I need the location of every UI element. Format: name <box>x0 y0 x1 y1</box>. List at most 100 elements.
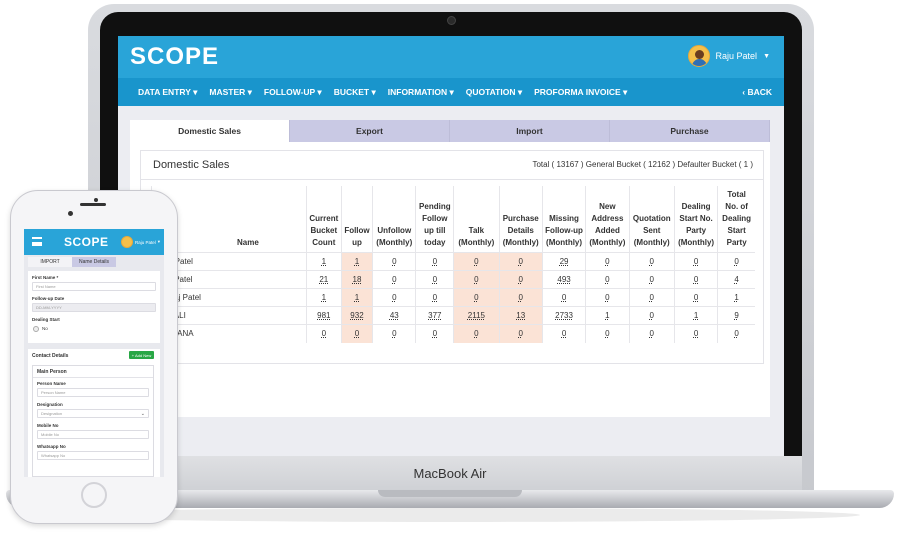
cell-quotation[interactable]: 0 <box>628 306 675 325</box>
cell-new-address[interactable]: 0 <box>585 252 630 271</box>
cell-missing[interactable]: 0 <box>541 288 586 307</box>
column-header[interactable]: Follow up <box>340 186 373 253</box>
cell-value[interactable]: 18 <box>353 275 362 284</box>
cell-value[interactable]: 0 <box>605 257 609 266</box>
cell-pending[interactable]: 0 <box>415 288 454 307</box>
cell-value[interactable]: 0 <box>694 275 698 284</box>
cell-current-bucket[interactable]: 1 <box>305 252 342 271</box>
cell-total-dealing[interactable]: 1 <box>717 288 755 307</box>
menu-data-entry[interactable]: DATA ENTRY ▾ <box>138 87 197 98</box>
cell-unfollow[interactable]: 43 <box>372 306 416 325</box>
cell-value[interactable]: 0 <box>605 329 609 338</box>
cell-dealing-start[interactable]: 0 <box>673 270 718 289</box>
cell-new-address[interactable]: 0 <box>585 288 630 307</box>
cell-value[interactable]: 0 <box>562 329 566 338</box>
cell-value[interactable]: 29 <box>560 257 569 266</box>
column-header[interactable]: Talk (Monthly) <box>453 186 500 253</box>
cell-missing[interactable]: 493 <box>541 270 586 289</box>
cell-value[interactable]: 0 <box>605 293 609 302</box>
cell-pending[interactable]: 0 <box>415 270 454 289</box>
cell-value[interactable]: 0 <box>734 257 738 266</box>
column-header[interactable]: Missing Follow-up (Monthly) <box>541 186 586 253</box>
cell-value[interactable]: 0 <box>650 293 654 302</box>
cell-total-dealing[interactable]: 0 <box>717 324 755 343</box>
tab-purchase[interactable]: Purchase <box>610 120 770 142</box>
cell-value[interactable]: 493 <box>557 275 570 284</box>
cell-value[interactable]: 0 <box>650 311 654 320</box>
tab-export[interactable]: Export <box>290 120 450 142</box>
cell-total-dealing[interactable]: 0 <box>717 252 755 271</box>
cell-quotation[interactable]: 0 <box>628 288 675 307</box>
cell-value[interactable]: 0 <box>474 329 478 338</box>
cell-current-bucket[interactable]: 21 <box>305 270 342 289</box>
cell-value[interactable]: 0 <box>519 329 523 338</box>
cell-value[interactable]: 43 <box>390 311 399 320</box>
column-header[interactable]: Quotation Sent (Monthly) <box>628 186 675 253</box>
cell-value[interactable]: 0 <box>355 329 359 338</box>
cell-value[interactable]: 0 <box>433 293 437 302</box>
cell-dealing-start[interactable]: 1 <box>673 306 718 325</box>
cell-value[interactable]: 0 <box>650 257 654 266</box>
cell-purchase[interactable]: 0 <box>498 324 543 343</box>
mobile-no-input[interactable]: Mobile No <box>37 430 149 439</box>
cell-value[interactable]: 981 <box>317 311 330 320</box>
designation-select[interactable]: Designation ⌄ <box>37 409 149 418</box>
column-header[interactable]: Dealing Start No. Party (Monthly) <box>673 186 718 253</box>
cell-quotation[interactable]: 0 <box>628 252 675 271</box>
cell-value[interactable]: 2733 <box>555 311 573 320</box>
cell-value[interactable]: 0 <box>392 275 396 284</box>
cell-value[interactable]: 0 <box>694 329 698 338</box>
menu-follow-up[interactable]: FOLLOW-UP ▾ <box>264 87 322 98</box>
user-name[interactable]: Raju Patel <box>135 240 156 245</box>
cell-value[interactable]: 0 <box>650 275 654 284</box>
cell-total-dealing[interactable]: 4 <box>717 270 755 289</box>
cell-value[interactable]: 0 <box>474 293 478 302</box>
hamburger-menu-icon[interactable] <box>32 237 42 246</box>
column-header[interactable]: Total No. of Dealing Start Party <box>717 186 755 253</box>
cell-purchase[interactable]: 0 <box>498 288 543 307</box>
cell-value[interactable]: 0 <box>562 293 566 302</box>
cell-value[interactable]: 0 <box>392 329 396 338</box>
first-name-input[interactable]: First Name <box>32 282 156 291</box>
cell-new-address[interactable]: 0 <box>585 324 630 343</box>
whatsapp-no-input[interactable]: Whatsapp No <box>37 451 149 460</box>
cell-current-bucket[interactable]: 1 <box>305 288 342 307</box>
dealing-start-toggle[interactable] <box>33 326 39 332</box>
mobile-user-menu[interactable]: Raju Patel ▾ <box>120 236 160 248</box>
column-header[interactable]: Purchase Details (Monthly) <box>498 186 543 253</box>
column-header[interactable]: Current Bucket Count <box>305 186 342 253</box>
cell-purchase[interactable]: 0 <box>498 252 543 271</box>
column-header[interactable]: Pending Follow up till today <box>415 186 454 253</box>
cell-value[interactable]: 0 <box>474 257 478 266</box>
cell-value[interactable]: 1 <box>355 293 359 302</box>
cell-value[interactable]: 1 <box>322 257 326 266</box>
cell-unfollow[interactable]: 0 <box>372 252 416 271</box>
cell-value[interactable]: 1 <box>734 293 738 302</box>
cell-value[interactable]: 9 <box>734 311 738 320</box>
cell-value[interactable]: 2115 <box>468 311 485 320</box>
cell-quotation[interactable]: 0 <box>628 324 675 343</box>
avatar[interactable] <box>120 236 133 248</box>
cell-value[interactable]: 377 <box>428 311 441 320</box>
cell-pending[interactable]: 377 <box>415 306 454 325</box>
cell-talk[interactable]: 2115 <box>453 306 500 325</box>
phone-home-button[interactable] <box>81 482 107 508</box>
menu-quotation[interactable]: QUOTATION ▾ <box>466 87 522 98</box>
column-header[interactable]: New Address Added (Monthly) <box>585 186 630 253</box>
cell-talk[interactable]: 0 <box>453 270 500 289</box>
app-logo[interactable]: SCOPE <box>130 43 219 71</box>
cell-value[interactable]: 13 <box>516 311 525 320</box>
cell-value[interactable]: 0 <box>392 293 396 302</box>
avatar[interactable] <box>687 45 710 67</box>
cell-value[interactable]: 0 <box>392 257 396 266</box>
add-new-button[interactable]: + Add New <box>129 351 154 359</box>
cell-value[interactable]: 0 <box>694 293 698 302</box>
cell-pending[interactable]: 0 <box>415 252 454 271</box>
cell-value[interactable]: 0 <box>433 257 437 266</box>
cell-unfollow[interactable]: 0 <box>372 324 416 343</box>
cell-missing[interactable]: 2733 <box>541 306 586 325</box>
cell-follow-up[interactable]: 1 <box>340 288 373 307</box>
cell-value[interactable]: 932 <box>350 311 363 320</box>
cell-talk[interactable]: 0 <box>453 324 500 343</box>
user-menu[interactable]: Raju Patel ▼ <box>687 45 770 67</box>
